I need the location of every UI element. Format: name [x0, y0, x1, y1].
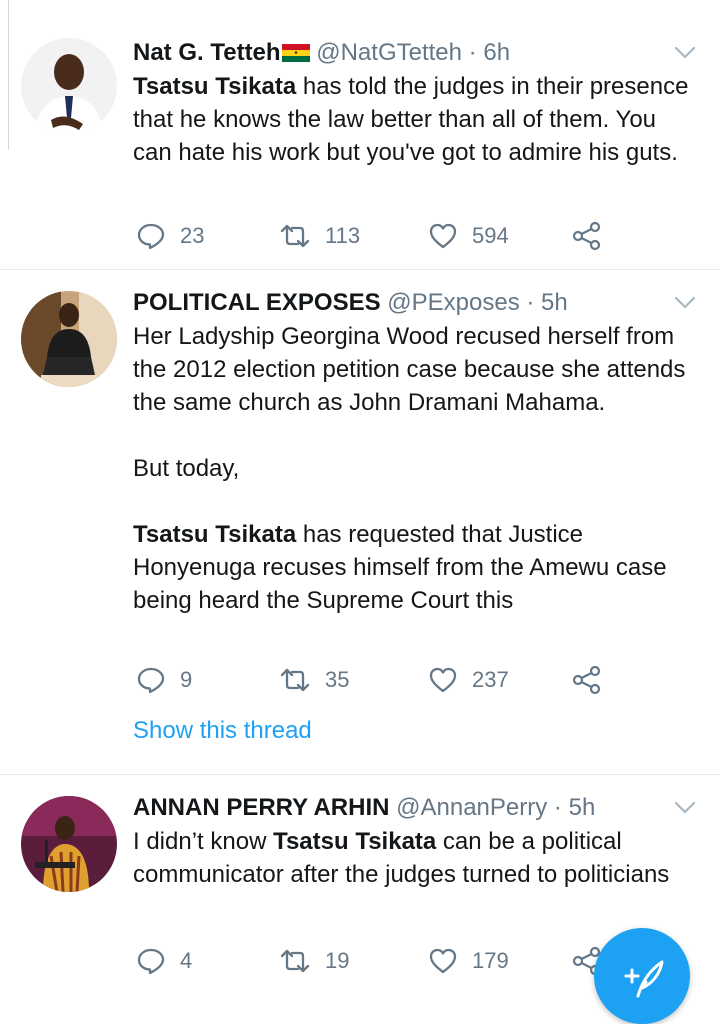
like-button[interactable]: 237 — [428, 662, 509, 698]
timestamp[interactable]: 6h — [483, 39, 510, 66]
tweet-text: I didn’t know Tsatsu Tsikata can be a po… — [133, 825, 700, 891]
separator: · — [553, 794, 562, 821]
like-count: 237 — [472, 667, 509, 692]
reply-count: 9 — [180, 667, 193, 692]
reply-button[interactable]: 4 — [136, 943, 192, 979]
tweet-actions: 9 35 237 — [136, 662, 606, 698]
share-icon — [572, 221, 601, 251]
reply-button[interactable]: 23 — [136, 218, 204, 254]
reply-count: 23 — [180, 223, 205, 248]
share-button[interactable] — [572, 662, 602, 698]
display-name[interactable]: ANNAN PERRY ARHIN — [133, 794, 389, 821]
retweet-button[interactable]: 19 — [279, 943, 349, 979]
retweet-icon — [280, 224, 310, 248]
reply-button[interactable]: 9 — [136, 662, 192, 698]
display-name[interactable]: Nat G. Tetteh — [133, 39, 281, 66]
tweet-body: Nat G. Tetteh @NatGTetteh · 6h Tsatsu Ts… — [133, 36, 700, 169]
tweet-text-pre: I didn’t know — [133, 828, 274, 855]
avatar[interactable] — [21, 38, 117, 134]
tweet-paragraph: But today, — [133, 455, 240, 482]
tweet-header: POLITICAL EXPOSES @PExposes · 5h — [133, 286, 700, 320]
tweet-body: ANNAN PERRY ARHIN @AnnanPerry · 5h I did… — [133, 791, 700, 891]
reply-icon — [137, 223, 165, 250]
like-button[interactable]: 179 — [428, 943, 509, 979]
tweet-header: Nat G. Tetteh @NatGTetteh · 6h — [133, 36, 700, 70]
tweet-text: Tsatsu Tsikata has told the judges in th… — [133, 70, 700, 169]
reply-count: 4 — [180, 948, 193, 973]
separator: · — [468, 39, 477, 66]
user-handle[interactable]: @PExposes — [387, 289, 519, 316]
show-thread-link[interactable]: Show this thread — [133, 717, 312, 745]
retweet-count: 35 — [325, 667, 350, 692]
heart-icon — [429, 948, 457, 974]
tweet[interactable]: POLITICAL EXPOSES @PExposes · 5h Her Lad… — [0, 270, 720, 775]
reply-icon — [137, 948, 165, 975]
retweet-button[interactable]: 35 — [279, 662, 349, 698]
compose-tweet-button[interactable] — [594, 928, 690, 1024]
mention-bold: Tsatsu Tsikata — [273, 828, 437, 855]
avatar[interactable] — [21, 291, 117, 387]
chevron-down-icon[interactable] — [674, 46, 696, 60]
heart-icon — [429, 223, 457, 249]
like-count: 594 — [472, 223, 509, 248]
retweet-icon — [280, 949, 310, 973]
ghana-flag-icon — [281, 44, 310, 62]
heart-icon — [429, 667, 457, 693]
mention-bold: Tsatsu Tsikata — [133, 521, 297, 548]
retweet-button[interactable]: 113 — [279, 218, 360, 254]
reply-icon — [137, 667, 165, 694]
separator: · — [526, 289, 535, 316]
like-count: 179 — [472, 948, 509, 973]
timeline: Nat G. Tetteh @NatGTetteh · 6h Tsatsu Ts… — [0, 0, 720, 993]
like-button[interactable]: 594 — [428, 218, 509, 254]
retweet-icon — [280, 668, 310, 692]
compose-tweet-icon — [624, 960, 664, 998]
tweet-actions: 4 19 179 — [136, 943, 606, 979]
share-icon — [572, 665, 601, 695]
chevron-down-icon[interactable] — [674, 801, 696, 815]
user-handle[interactable]: @NatGTetteh — [316, 39, 462, 66]
avatar[interactable] — [21, 796, 117, 892]
retweet-count: 19 — [325, 948, 350, 973]
tweet-header: ANNAN PERRY ARHIN @AnnanPerry · 5h — [133, 791, 700, 825]
mention-bold: Tsatsu Tsikata — [133, 73, 297, 100]
tweet-paragraph: Tsatsu Tsikata has requested that Justic… — [133, 518, 700, 617]
chevron-down-icon[interactable] — [674, 296, 696, 310]
tweet-actions: 23 113 594 — [136, 218, 606, 254]
tweet[interactable]: Nat G. Tetteh @NatGTetteh · 6h Tsatsu Ts… — [0, 0, 720, 270]
tweet-text: Her Ladyship Georgina Wood recused herse… — [133, 320, 700, 617]
timestamp[interactable]: 5h — [541, 289, 568, 316]
user-handle[interactable]: @AnnanPerry — [396, 794, 547, 821]
tweet-paragraph: Her Ladyship Georgina Wood recused herse… — [133, 323, 686, 416]
retweet-count: 113 — [325, 223, 361, 248]
tweet-body: POLITICAL EXPOSES @PExposes · 5h Her Lad… — [133, 286, 700, 617]
display-name[interactable]: POLITICAL EXPOSES — [133, 289, 381, 316]
share-button[interactable] — [572, 218, 602, 254]
timestamp[interactable]: 5h — [569, 794, 596, 821]
